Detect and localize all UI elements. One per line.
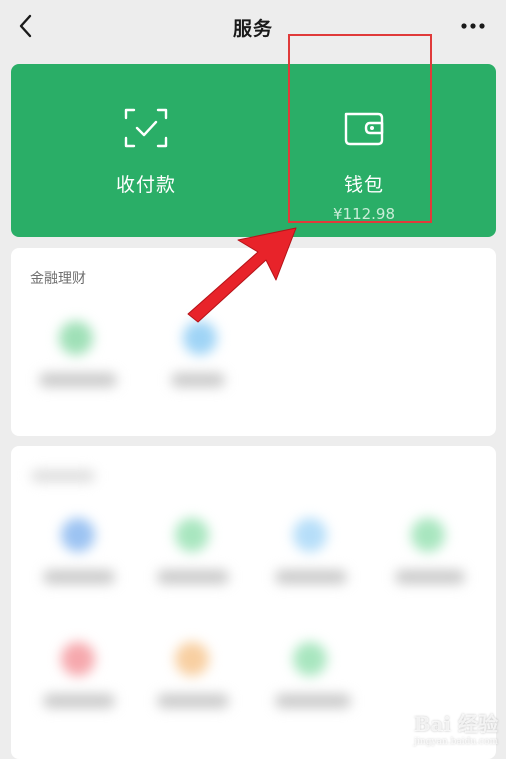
watermark-text: Bai 经验	[413, 712, 498, 736]
watermark-logo: Bai 经验 jingyan.baidu.com	[414, 708, 498, 747]
service-item-label	[43, 694, 115, 708]
finance-item-icon	[183, 321, 217, 355]
page-title: 服务	[232, 17, 273, 40]
finance-blurred-items	[11, 303, 496, 436]
pay-card: 收付款 钱包 ¥112.98	[11, 64, 496, 237]
service-item-label	[275, 570, 347, 584]
receive-pay-label: 收付款	[115, 174, 176, 196]
service-item-label	[157, 570, 229, 584]
service-item-label	[275, 694, 351, 708]
receive-pay-button[interactable]: 收付款	[66, 64, 226, 237]
service-item-icon	[61, 642, 95, 676]
service-item-icon	[175, 642, 209, 676]
wallet-label: 钱包	[343, 174, 384, 196]
other-section-title	[31, 470, 95, 482]
watermark-sub: jingyan.baidu.com	[414, 737, 498, 747]
service-item-icon	[293, 642, 327, 676]
finance-section-title: 金融理财	[30, 271, 86, 287]
finance-item-label	[39, 373, 117, 387]
service-item-icon	[61, 518, 95, 552]
finance-item-label	[171, 373, 225, 387]
wallet-button[interactable]: 钱包 ¥112.98	[294, 64, 434, 237]
finance-item-icon	[59, 321, 93, 355]
service-item-icon	[175, 518, 209, 552]
scan-check-icon	[124, 108, 168, 148]
service-item-label	[157, 694, 229, 708]
service-item-icon	[411, 518, 445, 552]
wallet-icon	[344, 112, 384, 146]
service-item-icon	[293, 518, 327, 552]
top-nav: 服务	[0, 0, 506, 54]
finance-section: 金融理财	[11, 248, 496, 436]
more-dots-icon[interactable]	[460, 16, 486, 36]
service-item-label	[395, 570, 465, 584]
chevron-left-icon[interactable]	[14, 13, 40, 39]
wallet-balance: ¥112.98	[332, 205, 396, 223]
services-page: 服务 收付款 钱包 ¥112.98 金融理财 Bai 经验 jingyan.ba…	[0, 0, 506, 759]
service-item-label	[43, 570, 115, 584]
